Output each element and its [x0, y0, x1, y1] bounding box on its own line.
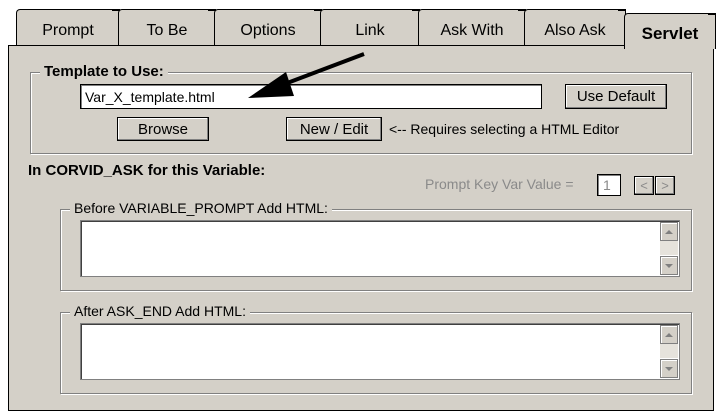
after-scroll-up-button[interactable]	[660, 325, 678, 344]
chevron-up-icon	[665, 332, 673, 337]
before-scroll-up-button[interactable]	[660, 222, 678, 241]
tab-ask-with[interactable]: Ask With	[418, 9, 526, 49]
tab-prompt-label: Prompt	[42, 22, 94, 39]
before-legend: Before VARIABLE_PROMPT Add HTML:	[70, 200, 332, 216]
tab-ask-with-label: Ask With	[440, 22, 504, 39]
tab-link[interactable]: Link	[320, 9, 420, 49]
use-default-button[interactable]: Use Default	[565, 84, 667, 109]
after-scroll-down-button[interactable]	[660, 359, 678, 378]
after-scroll-track[interactable]	[660, 344, 678, 358]
prompt-key-prev-button[interactable]: <	[634, 176, 654, 195]
template-legend: Template to Use:	[40, 63, 168, 80]
chevron-down-icon	[665, 263, 673, 268]
prompt-key-input[interactable]: 1	[597, 174, 621, 196]
before-scroll-track[interactable]	[660, 241, 678, 255]
before-html-textarea[interactable]	[80, 220, 680, 277]
tab-servlet[interactable]: Servlet	[624, 13, 716, 49]
tab-options[interactable]: Options	[214, 9, 322, 49]
tab-also-ask-label: Also Ask	[544, 22, 606, 39]
html-editor-hint: <-- Requires selecting a HTML Editor	[389, 121, 620, 137]
tab-link-label: Link	[355, 22, 385, 39]
tab-to-be[interactable]: To Be	[118, 9, 216, 49]
tab-servlet-label: Servlet	[641, 24, 699, 43]
tab-options-label: Options	[240, 22, 296, 39]
browse-button[interactable]: Browse	[117, 117, 209, 141]
chevron-up-icon	[665, 229, 673, 234]
tab-to-be-label: To Be	[146, 22, 188, 39]
corvid-heading: In CORVID_ASK for this Variable:	[28, 162, 266, 179]
prompt-key-next-button[interactable]: >	[655, 176, 675, 195]
tab-prompt[interactable]: Prompt	[16, 9, 120, 49]
prompt-key-label: Prompt Key Var Value =	[425, 176, 574, 192]
before-scroll-down-button[interactable]	[660, 256, 678, 275]
chevron-down-icon	[665, 366, 673, 371]
arrow-pointer-icon	[248, 52, 365, 98]
after-html-textarea[interactable]	[80, 323, 680, 380]
tab-also-ask[interactable]: Also Ask	[524, 9, 626, 49]
after-legend: After ASK_END Add HTML:	[70, 303, 250, 319]
new-edit-button[interactable]: New / Edit	[286, 117, 382, 141]
